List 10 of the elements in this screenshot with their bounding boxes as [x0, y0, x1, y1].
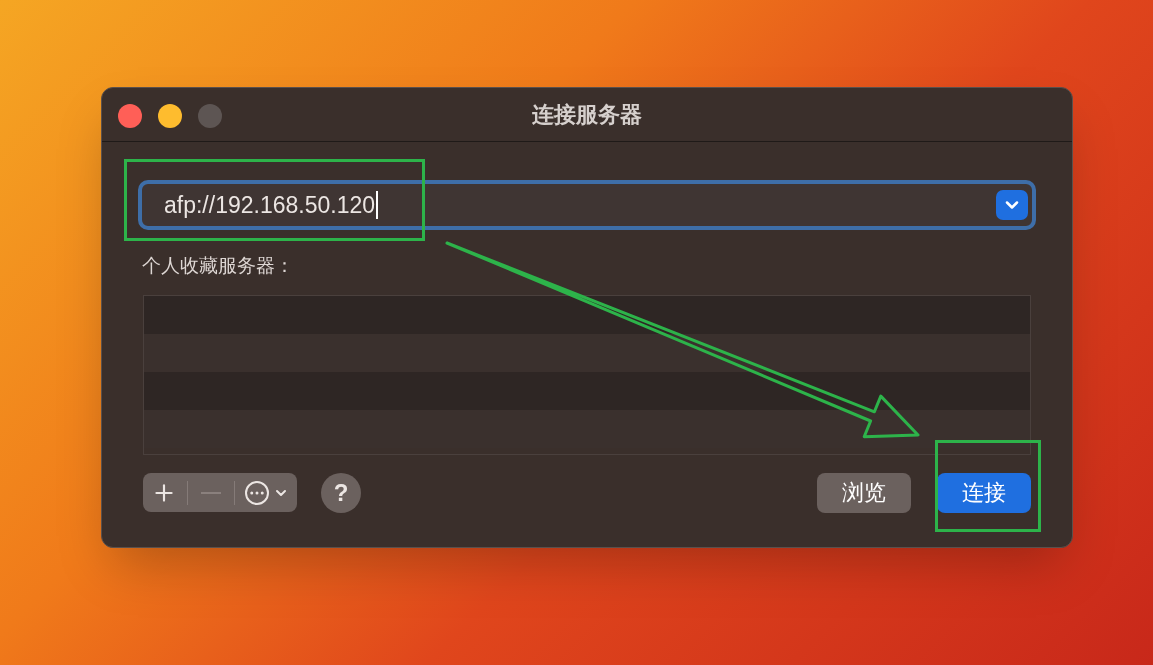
close-window-button[interactable]: [118, 104, 142, 128]
minimize-window-button[interactable]: [158, 104, 182, 128]
address-field[interactable]: afp://192.168.50.120: [138, 180, 1036, 230]
dropdown-chevron-icon[interactable]: [996, 190, 1028, 220]
window-title: 连接服务器: [532, 101, 642, 129]
favorites-label: 个人收藏服务器：: [142, 254, 294, 278]
browse-button[interactable]: 浏览: [817, 472, 911, 513]
connect-button[interactable]: 连接: [937, 472, 1031, 513]
help-button[interactable]: ?: [321, 472, 361, 513]
more-actions-button[interactable]: [245, 480, 289, 505]
